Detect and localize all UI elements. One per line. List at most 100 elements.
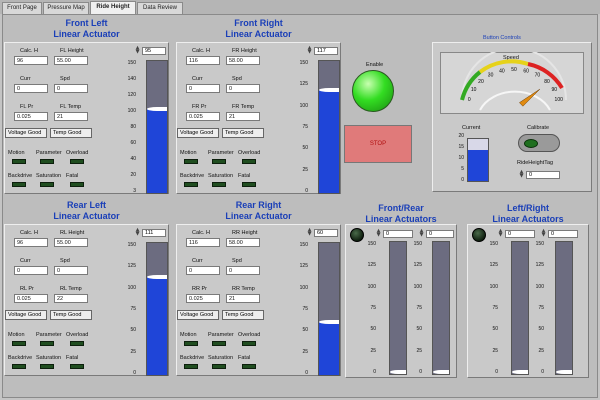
fl-led-label-0: Motion [8, 150, 25, 156]
fr-status-led-1 [212, 159, 226, 164]
rl-pr-field[interactable]: 0.025 [14, 294, 48, 303]
tab-pressure-map[interactable]: Pressure Map [43, 2, 89, 14]
rl-title-line2: Linear Actuator [53, 211, 120, 221]
rl-title-line1: Rear Left [66, 200, 106, 210]
fr-height-bar-knob[interactable] [319, 88, 339, 93]
rr-tick-2: 100 [299, 284, 308, 291]
fr-led-label-2: Overload [238, 150, 261, 156]
fr-temp-field[interactable]: 21 [226, 112, 260, 121]
front-rear-spinner-a[interactable]: ▲ ▼ [375, 229, 382, 238]
front-rear-title: Front/Rear Linear Actuators [345, 203, 457, 225]
rr-pr-field[interactable]: 0.025 [186, 294, 220, 303]
rr-curr-label: Curr [192, 258, 203, 264]
rl-height-field[interactable]: 55.00 [54, 238, 88, 247]
front-rear-title-line1: Front/Rear [378, 203, 424, 213]
front-rear-bar-b [432, 241, 450, 375]
fr-spd-field[interactable]: 0 [226, 84, 260, 93]
rl-curr-field[interactable]: 0 [14, 266, 48, 275]
calibrate-toggle[interactable] [518, 134, 560, 152]
fr-temp-status: Temp Good [222, 128, 264, 138]
front-rear-knob-b[interactable] [433, 370, 449, 374]
rl-temp-field[interactable]: 22 [54, 294, 88, 303]
enable-led[interactable] [352, 70, 394, 112]
rl-height-bar-fill [147, 277, 167, 375]
left_right-tick-5: 25 [538, 347, 544, 354]
fl-led-label-2: Overload [66, 150, 89, 156]
rl-led-label-3: Backdrive [8, 355, 33, 361]
stop-button[interactable]: STOP [344, 125, 412, 163]
front_rear-tick-5: 25 [416, 347, 422, 354]
front-rear-spinner-b[interactable]: ▲ ▼ [418, 229, 425, 238]
rl-spd-field[interactable]: 0 [54, 266, 88, 275]
rr-height-spinner[interactable]: ▲ ▼ [306, 228, 313, 237]
fr-height-setpoint[interactable]: 117 [314, 47, 338, 55]
fl-status-led-4 [40, 182, 54, 187]
rl-status-led-5 [70, 364, 84, 369]
front-rear-value-b[interactable]: 0 [426, 230, 454, 238]
current-tick-4: 0 [461, 177, 464, 183]
fr-height-field[interactable]: 58.00 [226, 56, 260, 65]
rr-height-bar-knob[interactable] [319, 320, 339, 325]
rr-calc-field[interactable]: 116 [186, 238, 220, 247]
fl-curr-field[interactable]: 0 [14, 84, 48, 93]
left-right-knob-b[interactable] [556, 370, 572, 374]
speed-tick-3: 30 [488, 72, 494, 78]
fl-height-field[interactable]: 55.00 [54, 56, 88, 65]
rl-height-spinner[interactable]: ▲ ▼ [134, 228, 141, 237]
fr-calc-field[interactable]: 116 [186, 56, 220, 65]
fr-curr-field[interactable]: 0 [186, 84, 220, 93]
rr-temp-field[interactable]: 21 [226, 294, 260, 303]
rr-led-label-2: Overload [238, 332, 261, 338]
fl-tick-7: 20 [130, 172, 136, 178]
left-right-spinner-a[interactable]: ▲ ▼ [497, 229, 504, 238]
fl-temp-field[interactable]: 21 [54, 112, 88, 121]
fl-tick-6: 40 [130, 156, 136, 162]
rl-status-led-1 [40, 341, 54, 346]
rr-status-led-5 [242, 364, 256, 369]
fl-status-led-3 [12, 182, 26, 187]
left-right-value-b[interactable]: 0 [548, 230, 578, 238]
tab-ride-height[interactable]: Ride Height [90, 1, 136, 15]
fr-curr-label: Curr [192, 76, 203, 82]
rr-height-field[interactable]: 58.00 [226, 238, 260, 247]
fr-pr-field[interactable]: 0.025 [186, 112, 220, 121]
ride-height-tag-field[interactable]: 0 [526, 171, 560, 179]
tab-data-review[interactable]: Data Review [137, 2, 183, 14]
left-right-knob-a[interactable] [512, 370, 528, 374]
fr-height-spinner[interactable]: ▲ ▼ [306, 46, 313, 55]
tab-front-page[interactable]: Front Page [2, 2, 42, 14]
rr-spd-field[interactable]: 0 [226, 266, 260, 275]
fl-spd-field[interactable]: 0 [54, 84, 88, 93]
left-right-title: Left/Right Linear Actuators [467, 203, 589, 225]
front_rear-tick-2: 100 [413, 283, 422, 290]
rl-calc-field[interactable]: 96 [14, 238, 48, 247]
rl-voltage-status: Voltage Good [5, 310, 47, 320]
fl-height-spinner[interactable]: ▲ ▼ [134, 46, 141, 55]
fr-tick-4: 50 [302, 145, 308, 152]
ride-height-tag-spinner[interactable]: ▲ ▼ [518, 170, 525, 179]
fl-status-led-2 [70, 159, 84, 164]
fl-calc-field[interactable]: 96 [14, 56, 48, 65]
fl-temp-status: Temp Good [50, 128, 92, 138]
fl-pr-field[interactable]: 0.025 [14, 112, 48, 121]
left_right-tick-5: 25 [492, 347, 498, 354]
front-rear-value-a[interactable]: 0 [383, 230, 413, 238]
left-right-value-a[interactable]: 0 [505, 230, 535, 238]
fr-height-label: FR Height [232, 48, 257, 54]
left-right-led [472, 228, 486, 242]
rl-height-setpoint[interactable]: 111 [142, 229, 166, 237]
rr-status-led-2 [242, 341, 256, 346]
left-right-bar-b [555, 241, 573, 375]
rr-height-setpoint[interactable]: 60 [314, 229, 338, 237]
rr-height-label: RR Height [232, 230, 258, 236]
rr-curr-field[interactable]: 0 [186, 266, 220, 275]
left_right-tick-6: 0 [495, 369, 498, 375]
left-right-spinner-b[interactable]: ▲ ▼ [540, 229, 547, 238]
left_right-tick-0: 150 [535, 241, 544, 247]
front-rear-knob-a[interactable] [390, 370, 406, 374]
left_right-tick-2: 100 [489, 283, 498, 290]
fl-height-setpoint[interactable]: 95 [142, 47, 166, 55]
fl-spd-label: Spd [60, 76, 70, 82]
rl-tick-6: 0 [133, 370, 136, 376]
rr-title-line2: Linear Actuator [225, 211, 292, 221]
